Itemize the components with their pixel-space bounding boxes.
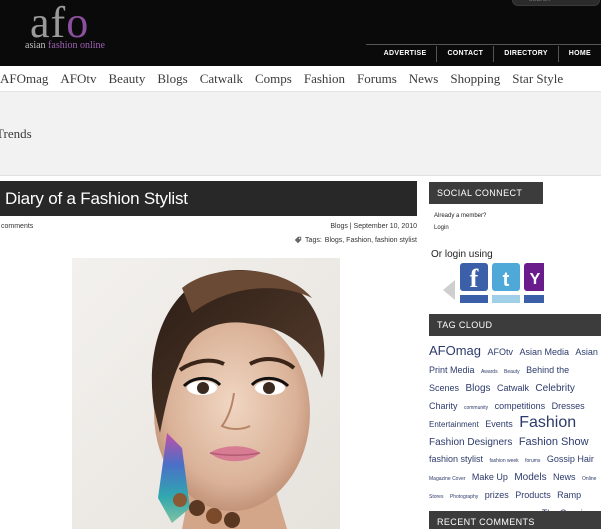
svg-text:t: t bbox=[503, 269, 510, 291]
tag-cloud-link[interactable]: Catwalk bbox=[497, 383, 529, 393]
article-tags: Tags: Blogs, Fashion, fashion stylist bbox=[294, 236, 417, 244]
tag-cloud-link[interactable]: News bbox=[553, 472, 576, 482]
tag-cloud-link[interactable]: Blogs bbox=[465, 383, 490, 394]
svg-text:f: f bbox=[470, 264, 479, 293]
yahoo-icon[interactable]: Y bbox=[524, 263, 544, 291]
tag-cloud-link[interactable]: prizes bbox=[485, 490, 509, 500]
search-input[interactable]: search bbox=[512, 0, 600, 6]
tags-list[interactable]: Blogs, Fashion, fashion stylist bbox=[325, 237, 417, 244]
nav-comps[interactable]: Comps bbox=[249, 66, 298, 92]
tag-cloud-title: TAG CLOUD bbox=[437, 320, 493, 330]
tag-cloud-link[interactable]: community bbox=[464, 405, 488, 411]
topnav-contact[interactable]: CONTACT bbox=[436, 46, 493, 62]
recent-comments-title: RECENT COMMENTS bbox=[437, 517, 535, 527]
tag-cloud-link[interactable]: Gossip Hair bbox=[547, 454, 594, 464]
logo-tagline-a: asian bbox=[25, 40, 46, 51]
tag-cloud-link[interactable]: Models bbox=[514, 472, 546, 483]
social-connect-title: SOCIAL CONNECT bbox=[437, 188, 523, 198]
logo-tagline: asian fashion online bbox=[25, 40, 105, 51]
tag-cloud-link[interactable]: AFOmag bbox=[429, 343, 481, 358]
nav-afotv[interactable]: AFOtv bbox=[54, 66, 102, 92]
svg-text:Y: Y bbox=[530, 271, 541, 288]
or-login-text: Or login using bbox=[431, 249, 493, 260]
tag-cloud-link[interactable]: Fashion Show bbox=[519, 436, 589, 448]
sub-nav: Trends bbox=[0, 92, 601, 176]
nav-news[interactable]: News bbox=[403, 66, 445, 92]
tag-cloud-link[interactable]: Make Up bbox=[472, 472, 508, 482]
nav-trends[interactable]: Trends bbox=[0, 126, 32, 142]
tag-cloud-link[interactable]: forums bbox=[525, 458, 540, 465]
twitter-icon[interactable]: t bbox=[492, 263, 520, 291]
tag-cloud-header: TAG CLOUD bbox=[429, 314, 601, 336]
nav-beauty[interactable]: Beauty bbox=[103, 66, 152, 92]
topnav-advertise[interactable]: ADVERTISE bbox=[374, 46, 437, 62]
tag-cloud-link[interactable]: Awards bbox=[481, 369, 498, 375]
tag-cloud-link[interactable]: Fashion Designers bbox=[429, 437, 512, 448]
tag-cloud-link[interactable]: Events bbox=[485, 419, 513, 429]
top-nav: ADVERTISE CONTACT DIRECTORY HOME bbox=[374, 46, 601, 62]
social-connect-header: SOCIAL CONNECT bbox=[429, 182, 543, 204]
tag-cloud-link[interactable]: Fashion bbox=[519, 414, 576, 431]
nav-blogs[interactable]: Blogs bbox=[151, 66, 193, 92]
article-meta: Blogs | September 10, 2010 bbox=[330, 223, 417, 230]
social-login-strip: f t Y bbox=[442, 261, 544, 303]
article-title[interactable]: Diary of a Fashion Stylist bbox=[5, 189, 188, 209]
tag-cloud-link[interactable]: Beauty bbox=[504, 369, 520, 375]
already-member-text: Already a member? bbox=[434, 213, 487, 219]
topnav-home[interactable]: HOME bbox=[557, 46, 601, 62]
tag-cloud-link[interactable]: Products bbox=[515, 490, 551, 500]
tag-cloud-link[interactable]: fashion week bbox=[489, 458, 518, 465]
nav-shopping[interactable]: Shopping bbox=[444, 66, 506, 92]
tag-cloud: AFOmag AFOtv Asian Media Asian Print Med… bbox=[429, 342, 601, 529]
tag-cloud-link[interactable]: Photography bbox=[450, 494, 478, 500]
tag-cloud-link[interactable]: AFOtv bbox=[487, 347, 513, 357]
tag-cloud-link[interactable]: Asian Media bbox=[519, 347, 569, 357]
nav-forums[interactable]: Forums bbox=[351, 66, 403, 92]
logo-tagline-b: fashion online bbox=[48, 40, 105, 51]
topnav-divider bbox=[366, 44, 601, 45]
facebook-icon[interactable]: f bbox=[460, 263, 488, 293]
tag-cloud-link[interactable]: fashion stylist bbox=[429, 454, 483, 464]
tag-cloud-link[interactable]: Magazine Cover bbox=[429, 476, 465, 483]
nav-afomag[interactable]: AFOmag bbox=[0, 66, 54, 92]
nav-star-style[interactable]: Star Style bbox=[506, 66, 569, 92]
site-header: afo asian fashion online search ADVERTIS… bbox=[0, 0, 601, 66]
tag-cloud-link[interactable]: Entertainment bbox=[429, 420, 479, 429]
tag-cloud-link[interactable]: Ramp bbox=[557, 490, 581, 500]
nav-fashion[interactable]: Fashion bbox=[298, 66, 351, 92]
login-link[interactable]: Login bbox=[434, 225, 449, 231]
main-nav: AFOmag AFOtv Beauty Blogs Catwalk Comps … bbox=[0, 66, 601, 92]
tag-cloud-link[interactable]: competitions bbox=[495, 401, 546, 411]
tag-cloud-link[interactable]: Charity bbox=[429, 401, 458, 411]
article-title-bar: Diary of a Fashion Stylist bbox=[0, 181, 417, 216]
tag-cloud-link[interactable]: Dresses bbox=[552, 401, 585, 411]
recent-comments-header: RECENT COMMENTS bbox=[429, 511, 601, 529]
social-icons: f t Y bbox=[460, 263, 544, 303]
tag-cloud-link[interactable]: Celebrity bbox=[535, 383, 574, 394]
topnav-directory[interactable]: DIRECTORY bbox=[493, 46, 558, 62]
tag-icon bbox=[294, 236, 302, 244]
nav-catwalk[interactable]: Catwalk bbox=[194, 66, 249, 92]
tags-label: Tags: bbox=[305, 236, 322, 244]
article-photo bbox=[72, 258, 340, 529]
comments-link[interactable]: comments bbox=[1, 223, 33, 230]
model-portrait bbox=[72, 258, 340, 529]
